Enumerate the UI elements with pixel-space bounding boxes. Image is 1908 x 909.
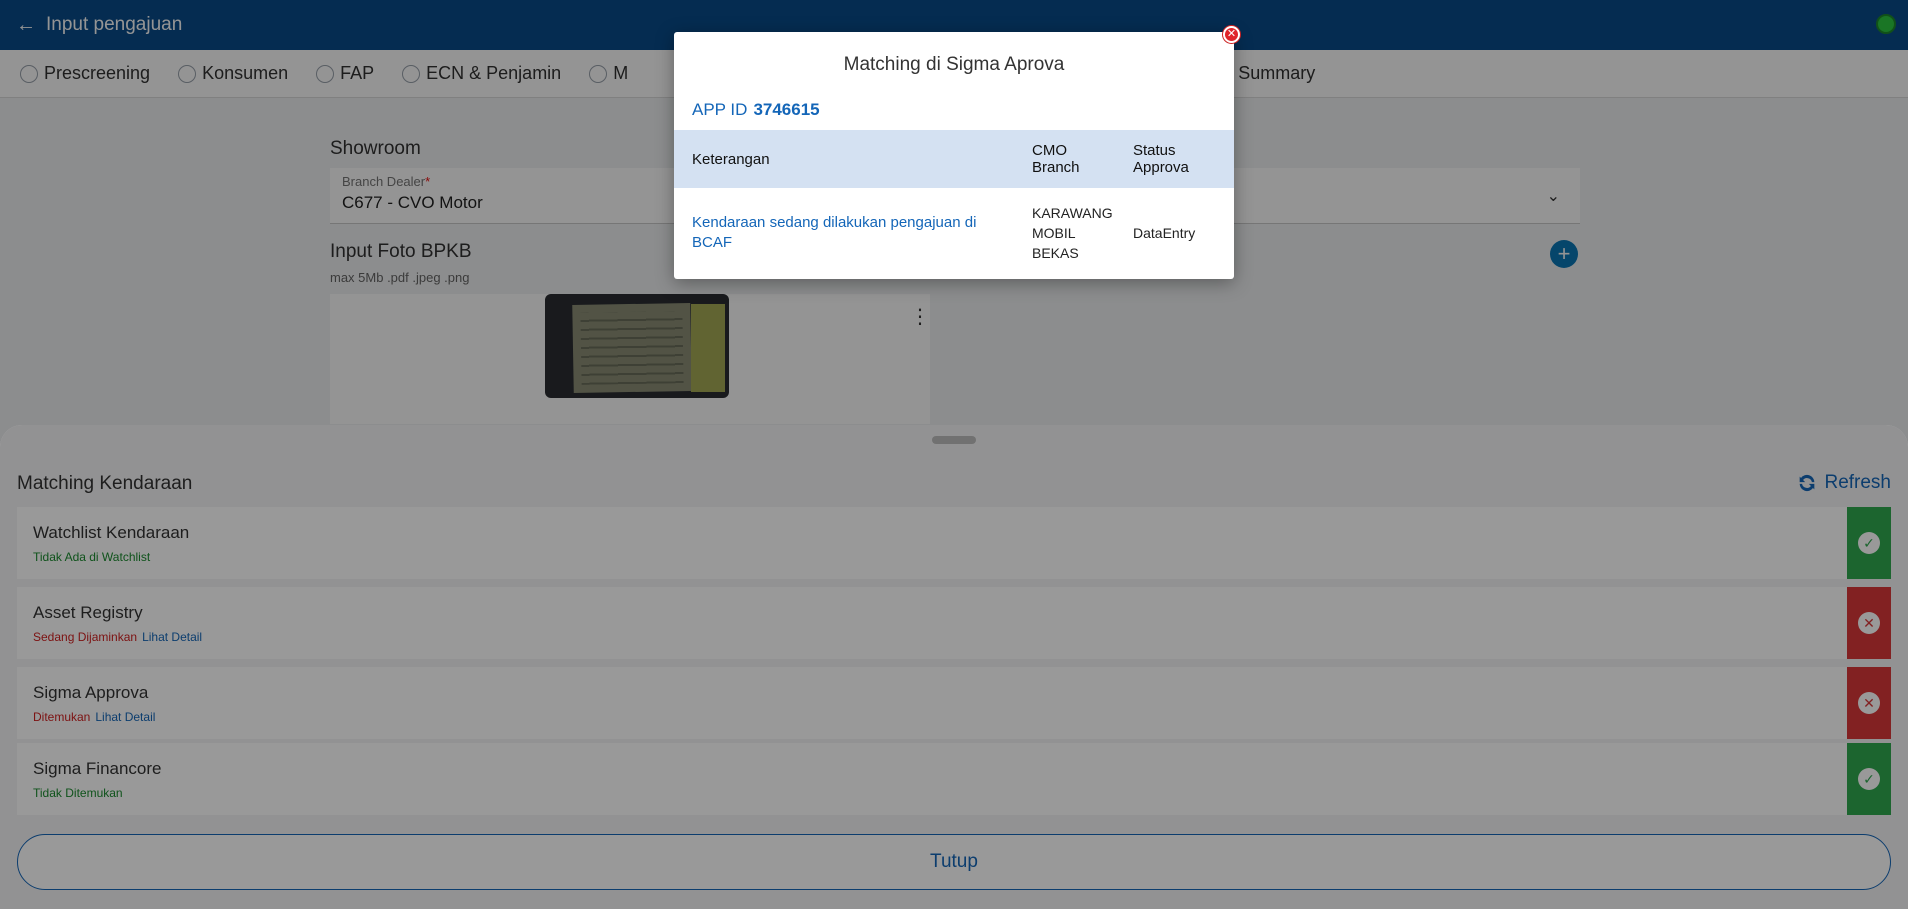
app-id-label: APP ID xyxy=(692,100,748,119)
header-cmo-branch: CMO Branch xyxy=(1022,130,1123,188)
header-status-approva: Status Approva xyxy=(1123,130,1234,188)
sigma-aprova-modal: ✕ Matching di Sigma Aprova APP ID 3746615… xyxy=(674,26,1240,279)
header-keterangan: Keterangan xyxy=(674,130,1022,188)
cell-status-approva: DataEntry xyxy=(1133,225,1196,241)
table-row: Kendaraan sedang dilakukan pengajuan di … xyxy=(674,188,1234,278)
app-id: APP ID 3746615 xyxy=(692,100,820,120)
close-icon[interactable]: ✕ xyxy=(1223,26,1240,43)
matching-table: Keterangan CMO Branch Status Approva Ken… xyxy=(674,130,1234,278)
modal-title: Matching di Sigma Aprova xyxy=(843,54,1065,75)
table-header-row: Keterangan CMO Branch Status Approva xyxy=(674,130,1234,188)
sheet-dim-overlay xyxy=(0,425,1908,909)
cell-keterangan: Kendaraan sedang dilakukan pengajuan di … xyxy=(692,214,977,251)
cell-cmo-branch: KARAWANG MOBIL BEKAS xyxy=(1032,205,1113,261)
app-id-value: 3746615 xyxy=(753,100,820,119)
